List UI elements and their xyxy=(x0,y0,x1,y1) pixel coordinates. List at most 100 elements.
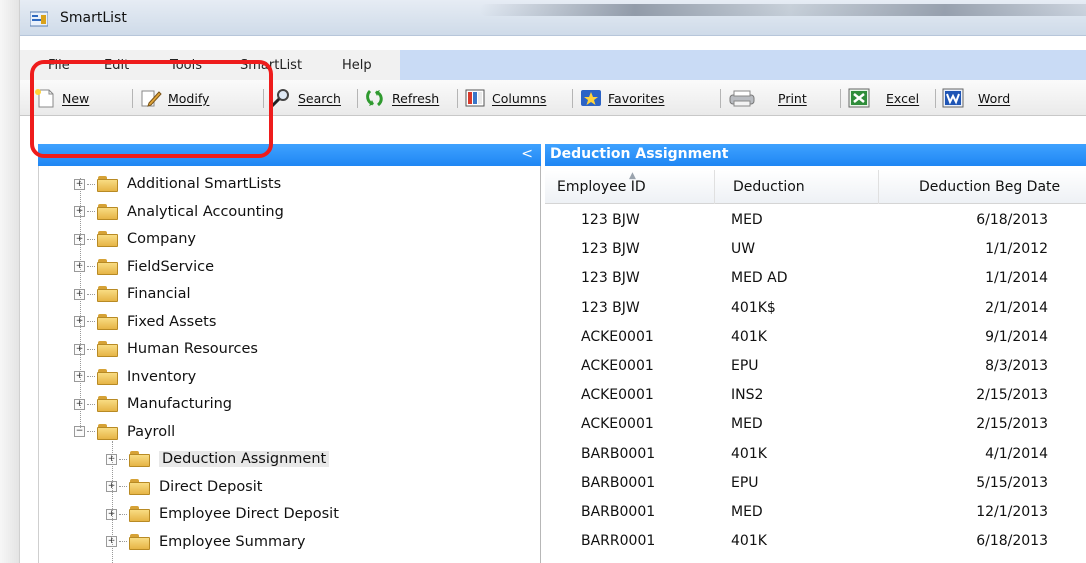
tree-connector xyxy=(119,458,127,460)
folder-icon xyxy=(129,478,151,495)
tree-connector xyxy=(87,321,95,322)
cell-deduction-beg-date: 5/15/2013 xyxy=(976,474,1048,491)
excel-button[interactable]: Excel xyxy=(848,86,919,110)
tree-item[interactable]: + Additional SmartLists xyxy=(74,172,281,196)
tree-item[interactable]: + Analytical Accounting xyxy=(74,200,284,224)
folder-icon xyxy=(97,258,119,275)
toolbar: New Modify Search Refresh Columns Favori… xyxy=(20,80,1086,116)
tree-item[interactable]: + FieldService xyxy=(74,255,214,279)
columns-button-label: Columns xyxy=(492,90,547,106)
toolbar-separator xyxy=(572,89,573,108)
table-row[interactable]: ACKE0001 401K 9/1/2014 xyxy=(545,323,1086,352)
menu-bar: File Edit Tools SmartList Help xyxy=(20,50,1086,80)
tree-item-label: Employee Summary xyxy=(159,533,306,550)
folder-icon xyxy=(97,341,119,357)
cell-deduction: 401K xyxy=(731,328,767,345)
table-row[interactable]: BARR0001 401K 6/18/2013 xyxy=(545,527,1086,556)
collapse-pane-button[interactable]: < xyxy=(521,146,533,162)
tree-item-label: Additional SmartLists xyxy=(127,176,282,192)
printer-icon xyxy=(729,90,755,107)
cell-deduction-beg-date: 6/18/2013 xyxy=(976,533,1048,550)
menu-tools[interactable]: Tools xyxy=(170,58,202,73)
smartlist-app-icon xyxy=(30,11,48,27)
refresh-button[interactable]: Refresh xyxy=(364,86,439,110)
tree-connector xyxy=(87,376,95,377)
tree-item[interactable]: + Deduction Assignment xyxy=(106,447,330,471)
cell-deduction-beg-date: 2/15/2013 xyxy=(976,416,1048,433)
column-header-deduction-beg-date[interactable]: Deduction Beg Date xyxy=(879,170,1086,204)
tree-item-label: Human Resources xyxy=(127,341,258,357)
table-row[interactable]: 123 BJW MED 6/18/2013 xyxy=(545,206,1086,235)
word-button[interactable]: Word xyxy=(942,86,1010,110)
tree-item-label: FieldService xyxy=(127,258,215,275)
refresh-button-label: Refresh xyxy=(392,90,440,106)
cell-deduction: EPU xyxy=(731,474,759,491)
column-header-employee-id[interactable]: ▲ Employee ID xyxy=(545,170,715,204)
table-row[interactable]: 123 BJW 401K$ 2/1/2014 xyxy=(545,294,1086,323)
table-row[interactable]: ACKE0001 INS2 2/15/2013 xyxy=(545,381,1086,410)
tree-item-label: Employee Direct Deposit xyxy=(159,506,339,522)
blurred-region xyxy=(480,4,1086,16)
modify-button[interactable]: Modify xyxy=(140,86,209,110)
cell-employee-id: 123 BJW xyxy=(581,270,640,287)
table-row[interactable]: ACKE0001 MED 2/15/2013 xyxy=(545,410,1086,439)
search-icon xyxy=(270,89,289,108)
table-row[interactable]: 123 BJW UW 1/1/2012 xyxy=(545,235,1086,264)
table-row[interactable]: ACKE0001 EPU 8/3/2013 xyxy=(545,352,1086,381)
tree-item[interactable]: + Human Resources xyxy=(74,337,258,361)
cell-deduction-beg-date: 12/1/2013 xyxy=(976,504,1048,520)
cell-employee-id: 123 BJW xyxy=(581,299,640,316)
menu-edit[interactable]: Edit xyxy=(104,58,129,73)
print-button[interactable]: Print xyxy=(728,86,807,110)
tree-item[interactable]: + Fixed Assets xyxy=(74,310,216,334)
cell-employee-id: BARB0001 xyxy=(581,445,656,462)
cell-deduction-beg-date: 8/3/2013 xyxy=(985,358,1048,374)
tree-item-label: Fixed Assets xyxy=(127,313,217,330)
tree-item[interactable]: + Financial xyxy=(74,282,191,306)
columns-icon xyxy=(465,89,485,107)
tree-item[interactable]: + Employee Direct Deposit xyxy=(106,502,339,526)
tree-item[interactable]: + Company xyxy=(74,227,196,251)
tree-item-label: Manufacturing xyxy=(127,396,232,412)
tree-item-label: Inventory xyxy=(127,368,197,385)
column-header-deduction[interactable]: Deduction xyxy=(715,170,879,204)
menu-help[interactable]: Help xyxy=(342,58,372,73)
search-button[interactable]: Search xyxy=(270,86,341,110)
toolbar-separator xyxy=(263,89,264,108)
columns-button[interactable]: Columns xyxy=(464,86,546,110)
table-row[interactable]: BARB0001 401K 4/1/2014 xyxy=(545,440,1086,469)
tree-item[interactable]: + Employee Summary xyxy=(106,530,306,554)
toolbar-separator xyxy=(132,89,133,108)
tree-item[interactable]: − Payroll xyxy=(74,420,175,444)
menu-smartlist[interactable]: SmartList xyxy=(240,58,302,73)
excel-icon xyxy=(848,88,870,108)
column-header-label: Deduction xyxy=(733,179,805,195)
table-row[interactable]: BARB0001 MED 12/1/2013 xyxy=(545,498,1086,527)
favorites-button[interactable]: Favorites xyxy=(580,86,664,110)
new-button[interactable]: New xyxy=(34,86,89,110)
word-icon xyxy=(942,88,964,108)
cell-deduction-beg-date: 4/1/2014 xyxy=(985,445,1048,462)
grid-header: ▲ Employee ID Deduction Deduction Beg Da… xyxy=(545,170,1086,204)
cell-deduction: EPU xyxy=(731,358,759,374)
results-title: Deduction Assignment xyxy=(545,144,1086,166)
folder-icon xyxy=(129,506,151,522)
tree-connector xyxy=(119,513,127,515)
word-button-label: Word xyxy=(978,90,1011,106)
tree-item-label: Financial xyxy=(127,286,191,302)
tree-connector xyxy=(87,266,95,267)
tree-item-label: Direct Deposit xyxy=(159,478,263,495)
folder-icon xyxy=(97,423,119,440)
menu-file[interactable]: File xyxy=(48,58,70,73)
tree-item[interactable]: + Direct Deposit xyxy=(106,475,262,499)
tree-item[interactable]: + Manufacturing xyxy=(74,392,232,416)
table-row[interactable]: BARB0001 EPU 5/15/2013 xyxy=(545,469,1086,498)
toolbar-separator xyxy=(457,89,458,108)
search-button-label: Search xyxy=(298,90,341,106)
tree-item[interactable]: + Inventory xyxy=(74,365,196,389)
excel-button-label: Excel xyxy=(886,90,920,106)
table-row[interactable]: 123 BJW MED AD 1/1/2014 xyxy=(545,264,1086,293)
cell-deduction: 401K xyxy=(731,533,767,550)
folder-icon xyxy=(97,176,119,192)
tree-item-label: Analytical Accounting xyxy=(127,203,284,220)
